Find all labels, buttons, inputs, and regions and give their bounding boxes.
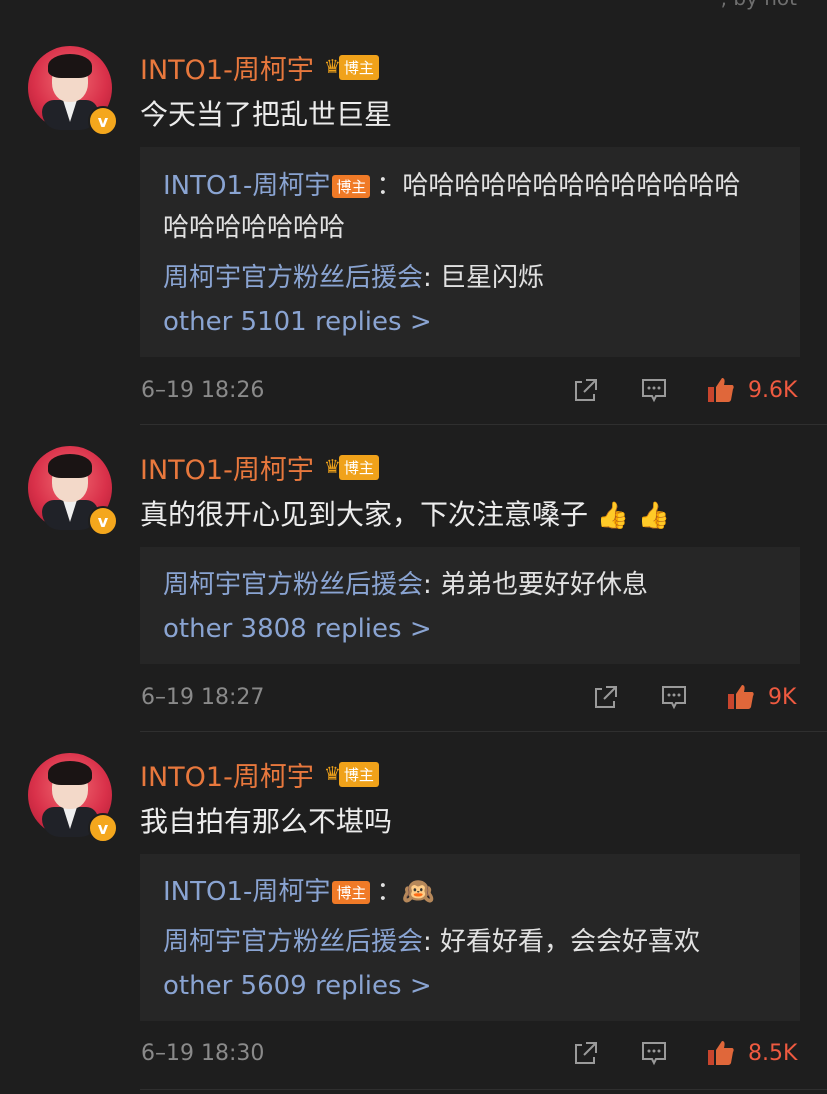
blogger-badge: 博主 — [332, 881, 371, 904]
sort-label-partial: , by hot — [721, 0, 797, 10]
like-count: 9.6K — [748, 378, 798, 403]
verified-icon: v — [88, 506, 118, 536]
reply-username[interactable]: 周柯宇官方粉丝后援会 — [163, 263, 423, 293]
verified-icon: v — [88, 106, 118, 136]
more-replies-link[interactable]: other 5101 replies > — [163, 307, 432, 337]
reply-item: 周柯宇官方粉丝后援会: 好看好看，会会好喜欢 — [163, 927, 701, 957]
reply-preview-box[interactable]: 周柯宇官方粉丝后援会: 弟弟也要好好休息 other 3808 replies … — [140, 547, 800, 664]
comment-time: 6–19 18:27 — [141, 685, 265, 710]
reply-text-cont: 哈哈哈哈哈哈哈 — [163, 213, 346, 243]
more-replies-link[interactable]: other 3808 replies > — [163, 614, 432, 644]
reply-username[interactable]: 周柯宇官方粉丝后援会 — [163, 927, 423, 957]
blogger-badge: ♛ 博主 — [324, 55, 379, 80]
reply-item: 周柯宇官方粉丝后援会: 弟弟也要好好休息 — [163, 570, 649, 600]
comment-text: 真的很开心见到大家，下次注意嗓子 👍 👍 — [140, 498, 670, 531]
reply-username[interactable]: 周柯宇官方粉丝后援会 — [163, 570, 423, 600]
blogger-badge: ♛ 博主 — [324, 762, 379, 787]
reply-item: 周柯宇官方粉丝后援会: 巨星闪烁 — [163, 263, 545, 293]
blogger-badge: 博主 — [332, 175, 371, 198]
divider — [140, 1089, 827, 1090]
comment-icon[interactable] — [660, 683, 688, 711]
comment-text: 今天当了把乱世巨星 — [140, 98, 393, 131]
comment-time: 6–19 18:30 — [141, 1041, 265, 1066]
share-icon[interactable] — [572, 376, 600, 404]
avatar[interactable]: v — [28, 46, 118, 136]
thumbs-up-icon[interactable] — [706, 1038, 736, 1068]
comment-username[interactable]: INTO1-周柯宇 — [140, 448, 314, 487]
reply-item: INTO1-周柯宇 博主 ：哈哈哈哈哈哈哈哈哈哈哈哈哈 — [163, 171, 741, 201]
verified-icon: v — [88, 813, 118, 843]
comment-text: 我自拍有那么不堪吗 — [140, 805, 393, 838]
divider — [140, 731, 827, 732]
thumbs-up-icon[interactable] — [726, 682, 756, 712]
reply-username[interactable]: INTO1-周柯宇 — [163, 877, 330, 907]
like-count: 9K — [768, 685, 797, 710]
thumbs-up-icon[interactable] — [706, 375, 736, 405]
reply-item: INTO1-周柯宇 博主 ：🙉 — [163, 877, 435, 907]
comment-username[interactable]: INTO1-周柯宇 — [140, 48, 314, 87]
share-icon[interactable] — [572, 1039, 600, 1067]
more-replies-link[interactable]: other 5609 replies > — [163, 971, 432, 1001]
thumbs-up-emoji: 👍 👍 — [596, 501, 670, 531]
reply-preview-box[interactable]: INTO1-周柯宇 博主 ：哈哈哈哈哈哈哈哈哈哈哈哈哈 哈哈哈哈哈哈哈 周柯宇官方粉… — [140, 147, 800, 357]
avatar[interactable]: v — [28, 446, 118, 536]
avatar[interactable]: v — [28, 753, 118, 843]
blogger-badge: ♛ 博主 — [324, 455, 379, 480]
reply-preview-box[interactable]: INTO1-周柯宇 博主 ：🙉 周柯宇官方粉丝后援会: 好看好看，会会好喜欢 oth… — [140, 854, 800, 1021]
comment-username[interactable]: INTO1-周柯宇 — [140, 755, 314, 794]
like-count: 8.5K — [748, 1041, 798, 1066]
comment-icon[interactable] — [640, 1039, 668, 1067]
reply-username[interactable]: INTO1-周柯宇 — [163, 171, 330, 201]
share-icon[interactable] — [592, 683, 620, 711]
comment-icon[interactable] — [640, 376, 668, 404]
comment-time: 6–19 18:26 — [141, 378, 265, 403]
divider — [140, 424, 827, 425]
